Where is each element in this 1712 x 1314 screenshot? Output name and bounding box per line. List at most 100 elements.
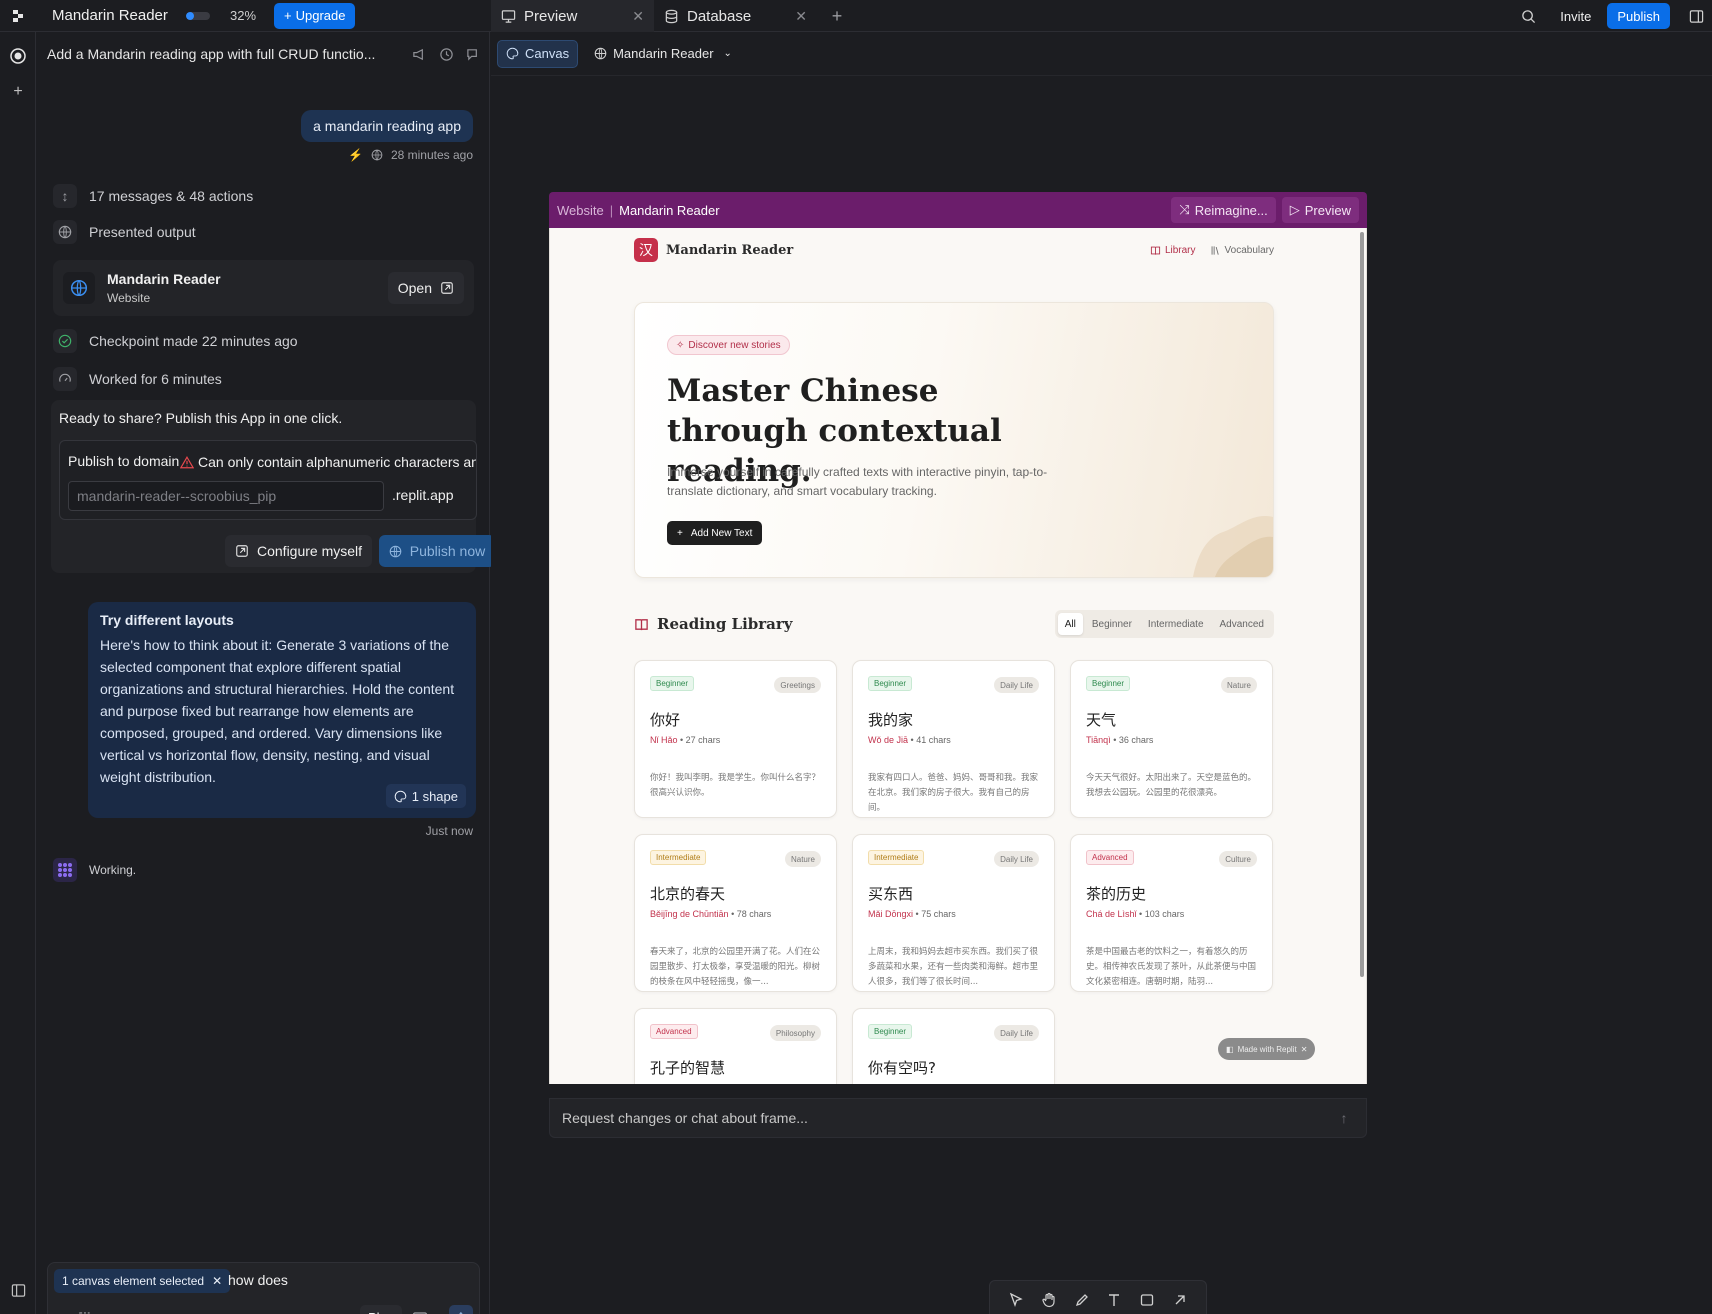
publish-button[interactable]: Publish [1607, 3, 1670, 29]
close-icon[interactable]: ✕ [632, 8, 644, 25]
arrow-icon[interactable] [1172, 1292, 1188, 1308]
site-name[interactable]: Mandarin Reader [666, 243, 793, 258]
user-message-time: 28 minutes ago [390, 148, 473, 162]
usage-progress-bar [186, 11, 210, 20]
library-title: Reading Library [657, 615, 793, 633]
send-arrow-icon[interactable]: ↑ [449, 1305, 473, 1314]
selection-chip[interactable]: 1 canvas element selected ✕ [54, 1269, 231, 1293]
nav-library[interactable]: Library [1150, 245, 1196, 256]
site-viewport[interactable]: 汉 Mandarin Reader Library Vocabulary ✧ D… [549, 228, 1367, 1084]
site-selector[interactable]: Mandarin Reader ⌄ [586, 40, 740, 68]
frame-preview-label: Preview [1304, 202, 1351, 218]
frame-chat-input[interactable]: Request changes or chat about frame... ↑ [549, 1098, 1367, 1138]
external-link-icon [236, 545, 248, 557]
rectangle-icon[interactable] [1139, 1292, 1155, 1308]
globe-icon [371, 149, 383, 161]
filter-beginner[interactable]: Beginner [1085, 613, 1139, 635]
book-icon [1150, 246, 1161, 255]
category-badge: Greetings [774, 677, 821, 693]
library-icon [1211, 245, 1219, 255]
reimagine-button[interactable]: ⤨ Reimagine... [1171, 197, 1276, 223]
add-new-text-button[interactable]: + Add New Text [667, 521, 763, 545]
history-icon[interactable] [439, 47, 454, 62]
new-chat-icon[interactable] [466, 47, 481, 62]
shape-chip[interactable]: 1 shape [385, 784, 466, 808]
card-pinyin: Chá de Lìshǐ [1086, 909, 1137, 919]
level-badge: Advanced [1086, 850, 1134, 865]
text-tool-icon[interactable] [1106, 1292, 1122, 1308]
upgrade-button[interactable]: + Upgrade [274, 2, 356, 29]
pointer-icon[interactable] [1008, 1292, 1024, 1308]
scrollbar[interactable] [1360, 232, 1364, 977]
publish-domain-box: Publish to domain Can only contain alpha… [59, 440, 477, 520]
send-arrow-icon[interactable]: ↑ [1334, 1108, 1354, 1128]
reading-card[interactable]: Intermediate Daily Life 买东西 Mǎi Dōngxi • 75… [852, 834, 1055, 992]
card-pinyin-line: Mǎi Dōngxi • 75 chars [868, 909, 956, 919]
agent-icon[interactable] [0, 38, 36, 74]
sidebar-toggle-icon[interactable] [0, 1272, 36, 1308]
filter-intermediate[interactable]: Intermediate [1141, 613, 1211, 635]
configure-myself-label: Configure myself [257, 543, 363, 559]
nav-vocabulary[interactable]: Vocabulary [1210, 245, 1274, 256]
level-badge: Beginner [650, 676, 695, 691]
tab-database[interactable]: Database ✕ [654, 0, 817, 32]
worked-label: Worked for 6 minutes [89, 371, 222, 387]
working-grid-icon [53, 858, 77, 882]
tab-preview[interactable]: Preview ✕ [491, 0, 654, 32]
frame-breadcrumb-name: Mandarin Reader [619, 202, 720, 218]
open-button[interactable]: Open [387, 272, 464, 304]
megaphone-icon[interactable] [412, 47, 427, 62]
panel-toggle-icon[interactable] [1680, 0, 1712, 32]
card-title: 你有空吗? [868, 1059, 936, 1077]
play-icon: ▷ [1289, 202, 1300, 217]
invite-button[interactable]: Invite [1550, 9, 1601, 24]
top-right-actions: Invite Publish [1512, 0, 1712, 32]
card-title: 孔子的智慧 [650, 1059, 726, 1077]
reading-card[interactable]: Advanced Philosophy 孔子的智慧 [634, 1008, 837, 1084]
configure-myself-button[interactable]: Configure myself [225, 535, 373, 567]
canvas-area[interactable]: Canvas Mandarin Reader ⌄ Website | Manda… [491, 32, 1712, 1314]
reading-card[interactable]: Beginner Greetings 你好 Nǐ Hǎo • 27 chars 你好！我… [634, 660, 837, 818]
reading-card[interactable]: Intermediate Nature 北京的春天 Běijīng de Chūnti… [634, 834, 837, 992]
ink-wash-decoration [1193, 515, 1273, 577]
canvas-mode-button[interactable]: Canvas [497, 39, 579, 68]
reading-card[interactable]: Beginner Nature 天气 Tiānqì • 36 chars 今天天气很好。… [1070, 660, 1273, 818]
close-icon[interactable]: ✕ [212, 1274, 222, 1288]
composer-text[interactable]: how does [228, 1272, 288, 1288]
plus-icon: + [677, 527, 683, 539]
output-card-title: Mandarin Reader [107, 271, 221, 287]
plan-button[interactable]: Plan [360, 1305, 403, 1314]
screenshot-camera-icon[interactable]: ▾ [412, 1305, 437, 1314]
frame-preview-button[interactable]: ▷ Preview [1281, 197, 1359, 223]
pen-icon[interactable] [1074, 1292, 1090, 1308]
close-icon[interactable]: ✕ [795, 8, 807, 25]
reading-card[interactable]: Advanced Culture 茶的历史 Chá de Lìshǐ • 103 ch… [1070, 834, 1273, 992]
messages-summary-row[interactable]: ↕ 17 messages & 48 actions [53, 184, 253, 208]
selection-chip-label: 1 canvas element selected [62, 1274, 205, 1288]
site-logo-icon[interactable]: 汉 [634, 238, 658, 262]
close-icon[interactable]: ✕ [1301, 1045, 1308, 1054]
output-card[interactable]: Mandarin Reader Website Open [53, 260, 474, 316]
workspace-tabs: Preview ✕ Database ✕ + [491, 0, 851, 32]
shape-chip-label: 1 shape [411, 788, 458, 804]
category-badge: Philosophy [769, 1025, 821, 1041]
website-frame[interactable]: Website | Mandarin Reader ⤨ Reimagine...… [549, 192, 1367, 1092]
checkpoint-row[interactable]: Checkpoint made 22 minutes ago [53, 329, 298, 353]
chat-composer[interactable]: 1 canvas element selected ✕ how does + P… [47, 1262, 480, 1314]
filter-all[interactable]: All [1057, 613, 1083, 635]
new-chat-plus-icon[interactable]: + [0, 74, 36, 110]
domain-input[interactable] [68, 481, 384, 511]
card-char-count: 36 chars [1118, 735, 1154, 745]
replit-logo-icon[interactable] [0, 0, 36, 32]
made-with-replit-badge[interactable]: ◧ Made with Replit ✕ [1218, 1038, 1316, 1060]
reading-card[interactable]: Beginner Daily Life 你有空吗? [852, 1008, 1055, 1084]
filter-advanced[interactable]: Advanced [1213, 613, 1271, 635]
reading-card[interactable]: Beginner Daily Life 我的家 Wǒ de Jiā • 41 char… [852, 660, 1055, 818]
add-tab-button[interactable]: + [823, 6, 851, 27]
publish-now-button[interactable]: Publish now [379, 535, 495, 567]
search-icon[interactable] [1512, 0, 1544, 32]
breadcrumb-separator: | [609, 202, 614, 218]
project-title[interactable]: Mandarin Reader [52, 7, 172, 24]
card-pinyin: Mǎi Dōngxi [868, 909, 914, 919]
hand-icon[interactable] [1041, 1292, 1057, 1308]
